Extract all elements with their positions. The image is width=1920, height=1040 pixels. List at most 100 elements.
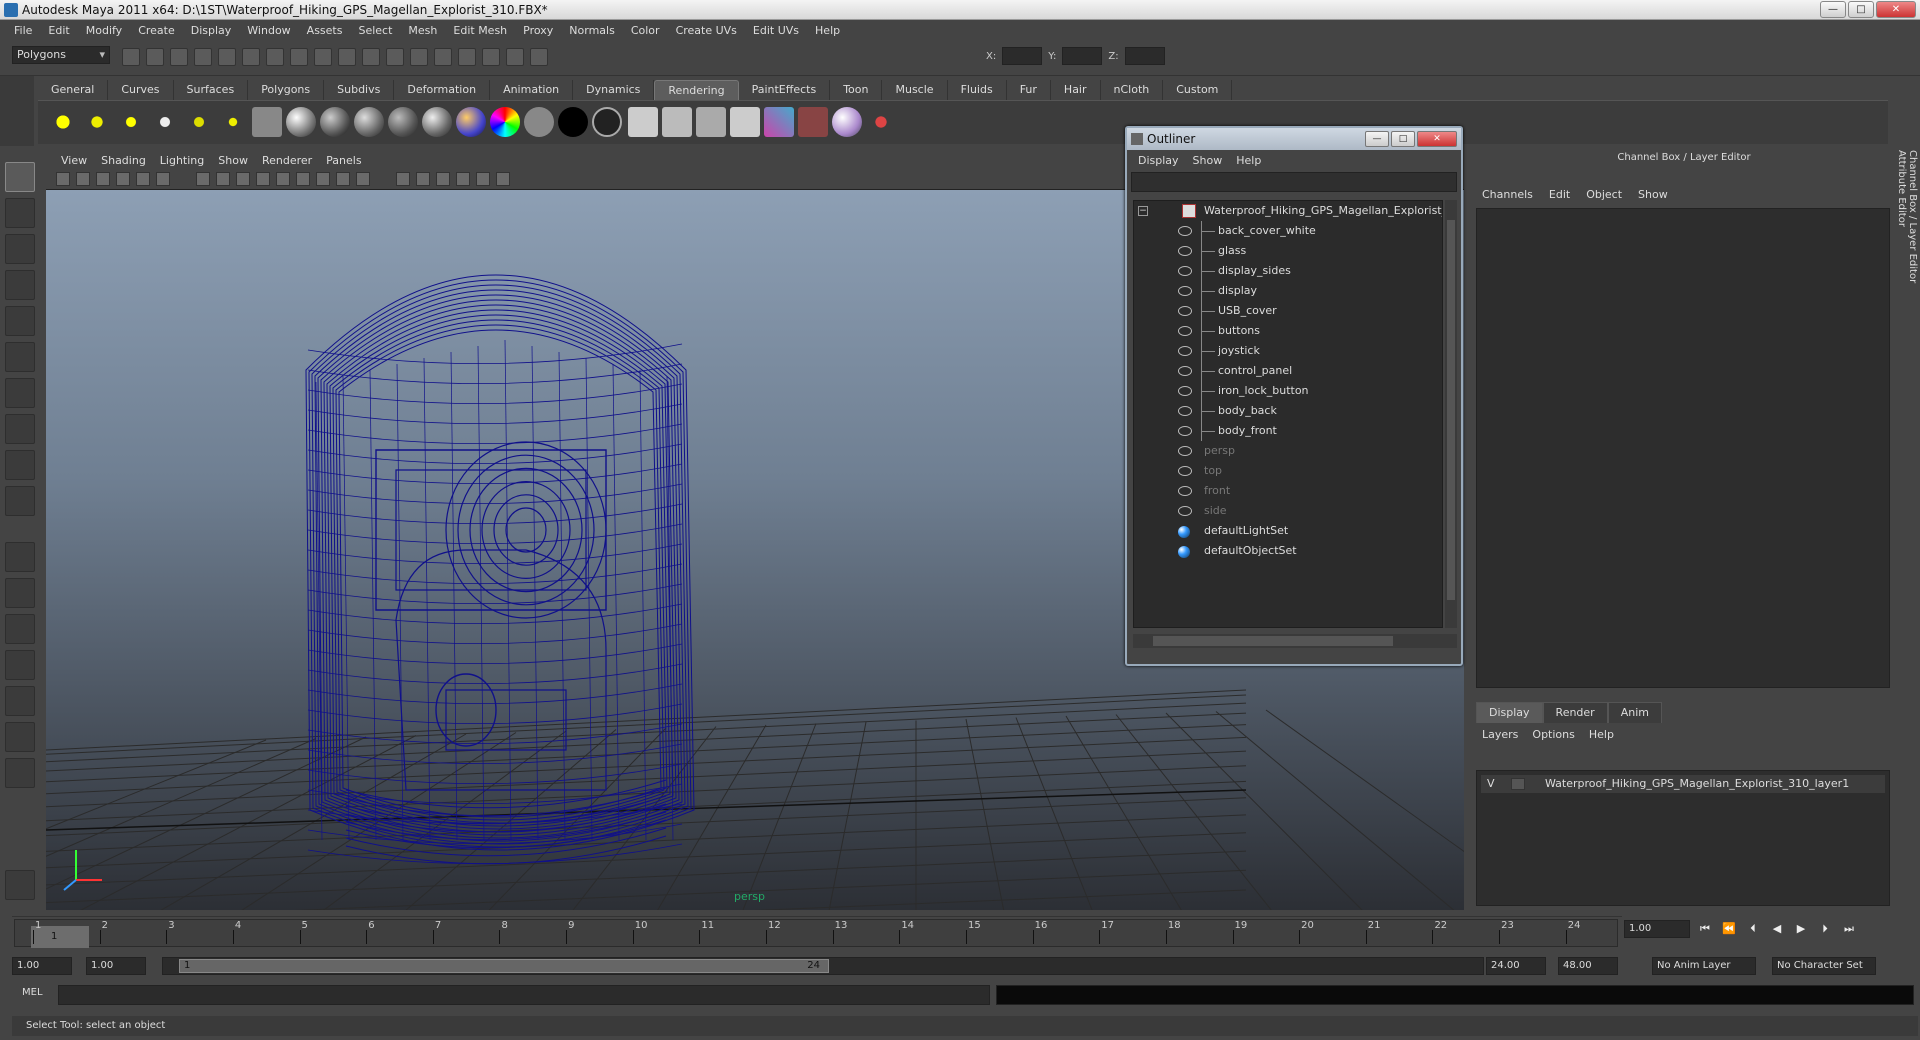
render-settings-icon[interactable]: [730, 107, 760, 137]
viewport-gate-mask-icon[interactable]: [196, 172, 210, 186]
menu-select[interactable]: Select: [350, 20, 400, 42]
outliner-item-body-front[interactable]: body_front: [1134, 421, 1442, 441]
visibility-eye-icon[interactable]: [1178, 246, 1192, 256]
snapshot-icon[interactable]: [5, 870, 35, 900]
range-slider-handle[interactable]: 1 24: [179, 959, 829, 973]
menu-color[interactable]: Color: [623, 20, 668, 42]
menu-create[interactable]: Create: [130, 20, 183, 42]
command-language-label[interactable]: MEL: [22, 987, 43, 998]
viewport-menu-panels[interactable]: Panels: [319, 154, 368, 167]
render-region-icon[interactable]: [798, 107, 828, 137]
outliner-item-glass[interactable]: glass: [1134, 241, 1442, 261]
menu-create-uvs[interactable]: Create UVs: [668, 20, 745, 42]
history-icon[interactable]: [386, 48, 404, 66]
outliner-item-defaultlightset[interactable]: defaultLightSet: [1134, 521, 1442, 541]
viewport-xray-joints-icon[interactable]: [476, 172, 490, 186]
time-slider[interactable]: 1 1 2 3 4 5 6 7 8 9 10 11 12 13 14 15 16 17 18 19 20 21 22 23 2…: [12, 916, 1622, 950]
outliner-item-defaultobjectset[interactable]: defaultObjectSet: [1134, 541, 1442, 561]
visibility-eye-icon[interactable]: [1178, 386, 1192, 396]
single-perspective-layout-icon[interactable]: [5, 542, 35, 572]
menu-window[interactable]: Window: [239, 20, 298, 42]
use-background-icon[interactable]: [558, 107, 588, 137]
minimize-button[interactable]: —: [1820, 1, 1846, 18]
universal-manipulator-icon[interactable]: [5, 378, 35, 408]
channel-box-side-tab[interactable]: Channel Box / Layer Editor: [1907, 150, 1918, 374]
channel-menu-edit[interactable]: Edit: [1549, 188, 1570, 201]
ipr-icon[interactable]: [434, 48, 452, 66]
lambert-shader-icon[interactable]: [354, 107, 384, 137]
menu-file[interactable]: File: [6, 20, 40, 42]
soft-modification-icon[interactable]: [5, 414, 35, 444]
collapse-icon[interactable]: −: [1138, 206, 1148, 216]
show-hide-channel-icon[interactable]: [530, 48, 548, 66]
shelf-tab-polygons[interactable]: Polygons: [248, 80, 325, 100]
ipr-render-icon[interactable]: [696, 107, 726, 137]
viewport-film-gate-icon[interactable]: [136, 172, 150, 186]
new-scene-icon[interactable]: [122, 48, 140, 66]
menu-normals[interactable]: Normals: [561, 20, 623, 42]
close-button[interactable]: ✕: [1876, 1, 1916, 18]
visibility-eye-icon[interactable]: [1178, 406, 1192, 416]
shelf-tab-custom[interactable]: Custom: [1163, 80, 1233, 100]
show-hide-attribute-icon[interactable]: [482, 48, 500, 66]
menu-edit[interactable]: Edit: [40, 20, 77, 42]
layer-menu-options[interactable]: Options: [1532, 728, 1574, 741]
layered-shader-icon[interactable]: [490, 107, 520, 137]
shelf-tab-rendering[interactable]: Rendering: [654, 80, 739, 100]
snap-plane-icon[interactable]: [338, 48, 356, 66]
render-settings-icon[interactable]: [458, 48, 476, 66]
select-by-component-icon[interactable]: [242, 48, 260, 66]
shelf-tab-surfaces[interactable]: Surfaces: [174, 80, 249, 100]
viewport-grid-icon[interactable]: [276, 172, 290, 186]
open-scene-icon[interactable]: [146, 48, 164, 66]
outliner-item-iron-lock-button[interactable]: iron_lock_button: [1134, 381, 1442, 401]
viewport-xray-components-icon[interactable]: [496, 172, 510, 186]
snap-curve-icon[interactable]: [290, 48, 308, 66]
menu-set-select[interactable]: Polygons: [12, 46, 110, 64]
viewport-image-plane-icon[interactable]: [116, 172, 130, 186]
channel-menu-object[interactable]: Object: [1586, 188, 1622, 201]
hypershade-icon[interactable]: [764, 107, 794, 137]
step-back-key-icon[interactable]: ⏪: [1720, 920, 1738, 938]
viewport-camera-attributes-icon[interactable]: [76, 172, 90, 186]
go-to-end-icon[interactable]: ⏭: [1840, 920, 1858, 938]
outliner-vertical-scrollbar[interactable]: [1445, 200, 1457, 628]
outliner-item-persp[interactable]: persp: [1134, 441, 1442, 461]
outliner-item-back-cover-white[interactable]: back_cover_white: [1134, 221, 1442, 241]
visibility-eye-icon[interactable]: [1178, 366, 1192, 376]
shelf-tab-ncloth[interactable]: nCloth: [1101, 80, 1164, 100]
character-set-dropdown[interactable]: No Character Set: [1772, 957, 1876, 975]
point-light-icon[interactable]: [116, 107, 146, 137]
outliner-menu-help[interactable]: Help: [1229, 154, 1268, 167]
viewport-shadows-icon[interactable]: [416, 172, 430, 186]
outliner-menu-show[interactable]: Show: [1186, 154, 1230, 167]
viewport-safe-action-icon[interactable]: [236, 172, 250, 186]
outliner-item-display-sides[interactable]: display_sides: [1134, 261, 1442, 281]
start-time-field[interactable]: 1.00: [12, 957, 72, 975]
hypershade-layout-icon[interactable]: [5, 686, 35, 716]
layer-tab-render[interactable]: Render: [1542, 702, 1608, 723]
outliner-item-usb-cover[interactable]: USB_cover: [1134, 301, 1442, 321]
shelf-tab-hair[interactable]: Hair: [1051, 80, 1101, 100]
playback-start-field[interactable]: 1.00: [86, 957, 146, 975]
visibility-eye-icon[interactable]: [1178, 306, 1192, 316]
render-frame-icon[interactable]: [410, 48, 428, 66]
outliner-item-control-panel[interactable]: control_panel: [1134, 361, 1442, 381]
shelf-tab-deformation[interactable]: Deformation: [394, 80, 491, 100]
viewport-lights-icon[interactable]: [396, 172, 410, 186]
outliner-item-waterproof-hiking-gps-magellan-explorist-310[interactable]: − Waterproof_Hiking_GPS_Magellan_Exploris…: [1134, 201, 1442, 221]
channel-box-area[interactable]: [1476, 208, 1890, 688]
viewport-resolution-gate-icon[interactable]: [156, 172, 170, 186]
area-light-icon[interactable]: [184, 107, 214, 137]
select-tool-icon[interactable]: [5, 162, 35, 192]
paint-brush-icon[interactable]: [866, 107, 896, 137]
outliner-minimize-button[interactable]: —: [1365, 131, 1389, 147]
attribute-editor-side-tab[interactable]: Attribute Editor: [1896, 150, 1907, 374]
viewport-wireframe-icon[interactable]: [296, 172, 310, 186]
select-by-hierarchy-icon[interactable]: [194, 48, 212, 66]
blinn-shader-icon[interactable]: [320, 107, 350, 137]
menu-edit-uvs[interactable]: Edit UVs: [745, 20, 807, 42]
select-by-object-icon[interactable]: [218, 48, 236, 66]
outliner-item-body-back[interactable]: body_back: [1134, 401, 1442, 421]
save-scene-icon[interactable]: [170, 48, 188, 66]
